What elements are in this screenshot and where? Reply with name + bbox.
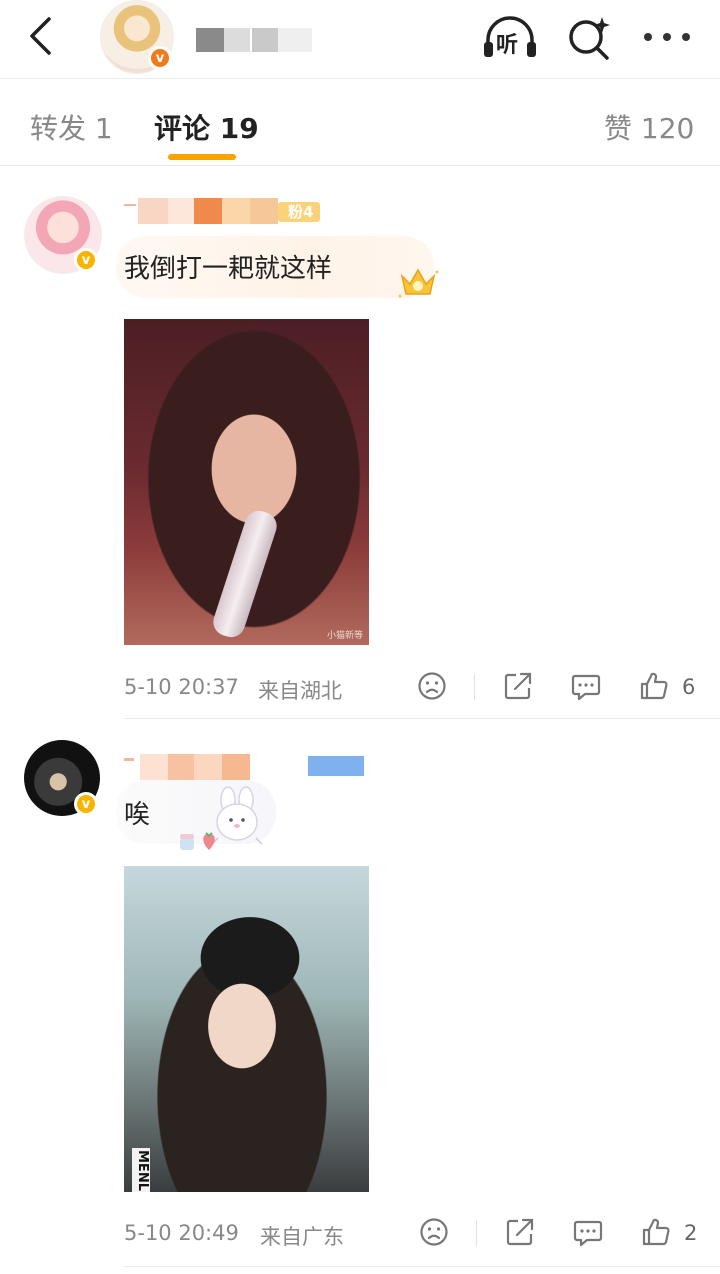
comment-time: 5-10 20:49 bbox=[124, 1221, 239, 1245]
comment-time: 5-10 20:37 bbox=[124, 675, 239, 699]
verified-badge-icon: v bbox=[74, 248, 98, 272]
comment-image[interactable]: MENL bbox=[124, 866, 369, 1192]
share-icon bbox=[506, 1218, 534, 1246]
verified-badge-icon: v bbox=[74, 792, 98, 816]
image-sign-text: MENL bbox=[132, 1148, 150, 1192]
comment-text: 唉 bbox=[124, 800, 151, 830]
comment-location: 来自广东 bbox=[260, 1225, 344, 1249]
cake-strawberry-icon bbox=[180, 832, 215, 850]
commenter-name-blurred[interactable] bbox=[124, 754, 374, 780]
more-dot bbox=[644, 33, 652, 41]
chevron-left-icon bbox=[30, 17, 51, 55]
more-dot bbox=[663, 33, 671, 41]
dislike-button[interactable] bbox=[418, 1216, 450, 1248]
action-separator bbox=[474, 674, 475, 700]
comment-text: 我倒打一耙就这样 bbox=[124, 254, 333, 284]
more-button[interactable] bbox=[644, 30, 690, 44]
dislike-button[interactable] bbox=[416, 670, 448, 702]
reply-button[interactable] bbox=[570, 670, 602, 702]
like-count: 2 bbox=[684, 1221, 698, 1245]
image-watermark: 小猫新等 bbox=[326, 631, 363, 641]
tab-reposts[interactable]: 转发 1 bbox=[30, 107, 113, 147]
comment-divider bbox=[124, 718, 720, 719]
tab-likes[interactable]: 赞 120 bbox=[604, 107, 694, 147]
fan-level-badge: 粉4 bbox=[288, 203, 314, 221]
comment-bubble-icon bbox=[573, 1220, 603, 1247]
active-tab-indicator bbox=[168, 154, 236, 160]
share-button[interactable] bbox=[504, 1216, 536, 1248]
comment-location: 来自湖北 bbox=[258, 679, 342, 703]
poster-name-blurred[interactable] bbox=[196, 28, 312, 52]
share-icon bbox=[504, 672, 532, 700]
comment-divider bbox=[124, 1266, 720, 1267]
search-button[interactable] bbox=[566, 14, 612, 60]
like-button[interactable] bbox=[638, 670, 670, 702]
thumbs-up-icon bbox=[642, 1218, 670, 1246]
comment-image[interactable]: 小猫新等 bbox=[124, 319, 369, 645]
verified-badge-icon: v bbox=[148, 46, 172, 70]
like-button[interactable] bbox=[640, 1216, 672, 1248]
crown-badge-icon bbox=[398, 268, 439, 298]
search-sparkle-icon bbox=[569, 17, 610, 60]
reply-button[interactable] bbox=[572, 1216, 604, 1248]
share-button[interactable] bbox=[502, 670, 534, 702]
listen-label: 听 bbox=[496, 33, 519, 58]
thumbs-up-icon bbox=[640, 672, 668, 700]
listen-button[interactable]: 听 bbox=[482, 16, 538, 60]
action-separator bbox=[476, 1220, 477, 1246]
back-button[interactable] bbox=[18, 14, 62, 58]
more-dot bbox=[682, 33, 690, 41]
frown-face-icon bbox=[418, 672, 446, 700]
frown-face-icon bbox=[420, 1218, 448, 1246]
tab-comments[interactable]: 评论 19 bbox=[154, 107, 259, 147]
microphone bbox=[209, 507, 281, 641]
like-count: 6 bbox=[682, 675, 696, 699]
comment-bubble-icon bbox=[571, 674, 601, 701]
